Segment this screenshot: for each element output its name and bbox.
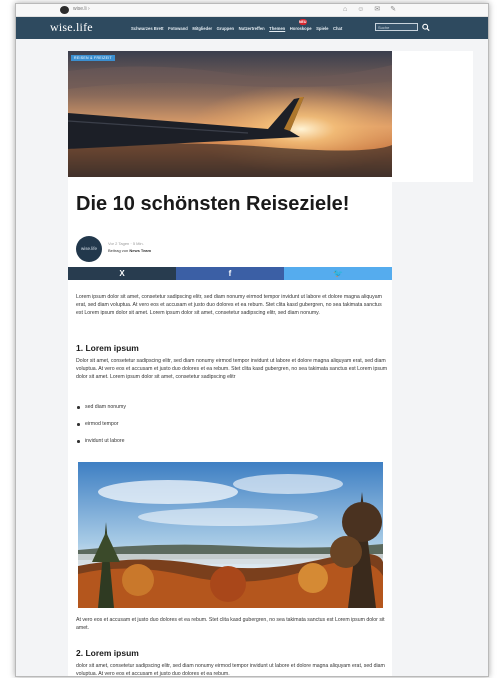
main-navbar: wise.life Schwarzes Brett Fotowand Mitgl… xyxy=(16,17,488,39)
home-icon[interactable]: ⌂ xyxy=(343,5,347,14)
people-icon[interactable]: ☺ xyxy=(357,5,364,14)
nav-item-chat[interactable]: Chat xyxy=(333,26,342,31)
utility-bar: wise.li › ⌂ ☺ ✉ ✎ xyxy=(16,4,488,17)
utility-icons: ⌂ ☺ ✉ ✎ xyxy=(343,5,396,14)
nav-menu: Schwarzes Brett Fotowand Mitglieder Grup… xyxy=(131,17,347,39)
section-2-heading: 2. Lorem ipsum xyxy=(76,648,139,658)
facebook-icon: f xyxy=(228,269,232,278)
user-avatar[interactable] xyxy=(60,6,69,14)
section-1-bullets: sed diam nonumy eirmod tempor invidunt u… xyxy=(76,404,126,455)
twitter-icon: 🐦 xyxy=(333,269,343,278)
share-twitter-button[interactable]: 🐦 xyxy=(284,267,392,280)
nav-item-themen[interactable]: Themen xyxy=(269,26,285,31)
browser-page: wise.li › ⌂ ☺ ✉ ✎ wise.life Schwarzes Br… xyxy=(15,3,489,677)
author-meta: Vor 2 Tagen · 5 Min. xyxy=(108,241,144,246)
sidebar-panel xyxy=(380,51,473,182)
nav-item-nutzertreffen[interactable]: Nutzertreffen xyxy=(239,26,265,31)
search-input[interactable]: Suche xyxy=(375,23,418,31)
section-1-paragraph: Dolor sit amet, consetetur sadipscing el… xyxy=(76,358,388,381)
nav-item-gruppen[interactable]: Gruppen xyxy=(217,26,234,31)
new-badge: NEU xyxy=(298,18,307,25)
intro-paragraph: Lorem ipsum dolor sit amet, consetetur s… xyxy=(76,294,382,317)
category-tag[interactable]: REISEN & FREIZEIT xyxy=(71,55,115,61)
list-item: eirmod tempor xyxy=(76,421,126,438)
notification-icon[interactable]: ✉ xyxy=(374,5,380,14)
search-icon[interactable] xyxy=(422,23,430,32)
byline-prefix: Beitrag von xyxy=(108,248,129,253)
autumn-lake-illustration xyxy=(78,462,383,608)
nav-item-fotowand[interactable]: Fotowand xyxy=(168,26,188,31)
user-name[interactable]: wise.li › xyxy=(73,6,90,12)
nav-item-schwarzes-brett[interactable]: Schwarzes Brett xyxy=(131,26,164,31)
settings-icon[interactable]: ✎ xyxy=(390,5,396,14)
section-1-heading: 1. Lorem ipsum xyxy=(76,343,139,353)
article: REISEN & FREIZEIT Die 10 schönsten Reise… xyxy=(68,51,392,677)
share-x-button[interactable]: X xyxy=(68,267,176,280)
x-logo-icon: X xyxy=(119,269,125,278)
site-logo[interactable]: wise.life xyxy=(50,20,93,35)
byline-author[interactable]: News Team xyxy=(129,248,151,253)
list-item: invidunt ut labore xyxy=(76,438,126,455)
nav-item-mitglieder[interactable]: Mitglieder xyxy=(192,26,212,31)
landscape-image-autumn-forest xyxy=(78,462,383,608)
after-image-paragraph: At vero eos et accusam et justo duo dolo… xyxy=(76,617,385,632)
author-byline: Beitrag von News Team xyxy=(108,248,151,253)
list-item: sed diam nonumy xyxy=(76,404,126,421)
nav-item-horoskope[interactable]: Horoskope NEU xyxy=(289,18,312,31)
article-title: Die 10 schönsten Reiseziele! xyxy=(76,193,350,215)
nav-item-spiele[interactable]: Spiele xyxy=(316,26,328,31)
section-2-paragraph: dolor sit amet, consetetur sadipscing el… xyxy=(76,663,385,677)
airplane-sunset-illustration xyxy=(68,51,392,177)
nav-item-horoskope-label: Horoskope xyxy=(289,25,312,31)
share-facebook-button[interactable]: f xyxy=(176,267,284,280)
share-bar: X f 🐦 xyxy=(68,267,392,280)
author-avatar[interactable]: wise.life xyxy=(76,236,102,262)
hero-image-airplane-wing: REISEN & FREIZEIT xyxy=(68,51,392,177)
